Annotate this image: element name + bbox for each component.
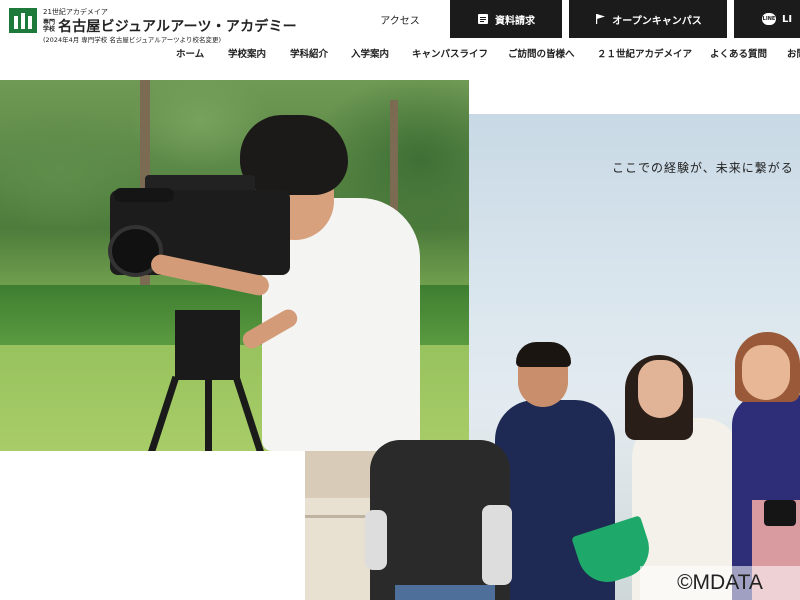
nav-school-guide[interactable]: 学校案内: [228, 46, 266, 60]
line-button[interactable]: LINE LI: [734, 0, 800, 38]
nav-admissions[interactable]: 入学案内: [351, 46, 389, 60]
logo-mark-icon: [9, 8, 37, 33]
main-nav: ホーム 学校案内 学科紹介 入学案内 キャンパスライフ ご訪問の皆様へ ２１世紀…: [160, 46, 800, 66]
open-campus-label: オープンキャンパス: [612, 15, 702, 27]
nav-faq[interactable]: よくある質問: [710, 46, 767, 60]
line-icon: LINE: [762, 13, 776, 25]
nav-contact[interactable]: お問: [787, 46, 800, 60]
nav-departments[interactable]: 学科紹介: [290, 46, 328, 60]
logo-tagline: 21世紀アカデメイア: [43, 8, 108, 16]
request-materials-button[interactable]: 資料請求: [450, 0, 562, 38]
nav-campus-life[interactable]: キャンパスライフ: [412, 46, 488, 60]
nav-21c-academeia[interactable]: ２１世紀アカデメイア: [597, 46, 692, 60]
hero-photo-camera: [0, 80, 469, 451]
access-link[interactable]: アクセス: [372, 0, 428, 38]
request-materials-label: 資料請求: [495, 15, 535, 27]
document-icon: [478, 14, 488, 24]
logo-small-text: 専門学校: [43, 19, 56, 33]
copyright-watermark: ©MDATA: [640, 566, 800, 600]
open-campus-button[interactable]: オープンキャンパス: [569, 0, 727, 38]
logo-note: (2024年4月 専門学校 名古屋ビジュアルアーツより校名変更): [43, 36, 222, 44]
logo-name: 名古屋ビジュアルアーツ・アカデミー: [58, 19, 297, 35]
nav-home[interactable]: ホーム: [176, 46, 204, 60]
nav-visitors[interactable]: ご訪問の皆様へ: [508, 46, 575, 60]
line-label: LI: [782, 13, 793, 25]
hero-tagline: ここでの経験が、未来に繋がる: [612, 161, 794, 175]
school-logo[interactable]: 21世紀アカデメイア 専門学校 名古屋ビジュアルアーツ・アカデミー (2024年…: [9, 8, 297, 44]
flag-icon: [596, 14, 606, 24]
